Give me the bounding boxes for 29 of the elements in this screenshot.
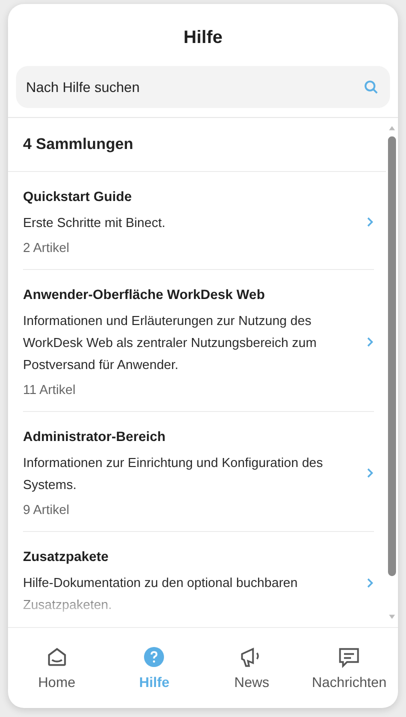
nav-tab[interactable]: News — [203, 628, 300, 708]
search-field[interactable]: Nach Hilfe suchen — [16, 66, 390, 108]
collection-title: Quickstart Guide — [23, 189, 133, 204]
chevron-icon — [366, 467, 374, 479]
collection-title: Anwender-Oberfläche WorkDesk Web — [23, 287, 266, 302]
collection-description: Erste Schritte mit Binect. — [23, 214, 166, 232]
chevron-icon — [366, 336, 374, 348]
search-icon[interactable] — [364, 80, 378, 94]
chevron-icon — [366, 216, 374, 228]
collections-heading: 4 Sammlungen — [8, 118, 386, 172]
collection-description: Informationen zur Einrichtung und Konfiguration des Systems. — [23, 454, 324, 494]
panel-title: Hilfe — [182, 26, 224, 49]
help-icon — [143, 646, 166, 668]
article-count: 2 Artikel — [23, 240, 70, 255]
collection-title: Administrator-Bereich — [23, 429, 167, 444]
collection-item[interactable]: Anwender-Oberfläche WorkDesk Web Informationen und Erläuterungen zur Nutzung des WorkDesk Web als zentraler Nutzungsbereich zum Postversand für Anwender. 11 Artikel — [23, 270, 374, 412]
collection-title: Zusatzpakete — [23, 549, 110, 564]
collection-item[interactable]: Zusatzpakete Hilfe-Dokumentation zu den optional buchbaren Zusatzpaketen. — [23, 532, 374, 627]
envelope-icon — [46, 646, 68, 668]
collection-item[interactable]: Administrator-Bereich Informationen zur Einrichtung und Konfiguration des Systems. 9 Artikel — [23, 412, 374, 532]
collection-description: Hilfe-Dokumentation zu den optional buchbaren Zusatzpaketen. — [23, 574, 299, 614]
message-icon — [338, 646, 360, 668]
nav-tab[interactable]: Nachrichten — [300, 628, 398, 708]
nav-tab[interactable]: Home — [8, 628, 106, 708]
collection-item[interactable]: Quickstart Guide Erste Schritte mit Binect. 2 Artikel — [23, 172, 374, 270]
article-count: 9 Artikel — [23, 502, 70, 517]
article-count: 11 Artikel — [23, 382, 77, 397]
chevron-icon — [366, 576, 374, 588]
collection-description: Informationen und Erläuterungen zur Nutzung des WorkDesk Web als zentraler Nutzungsbereich zum Postversand für Anwender. — [23, 312, 318, 374]
